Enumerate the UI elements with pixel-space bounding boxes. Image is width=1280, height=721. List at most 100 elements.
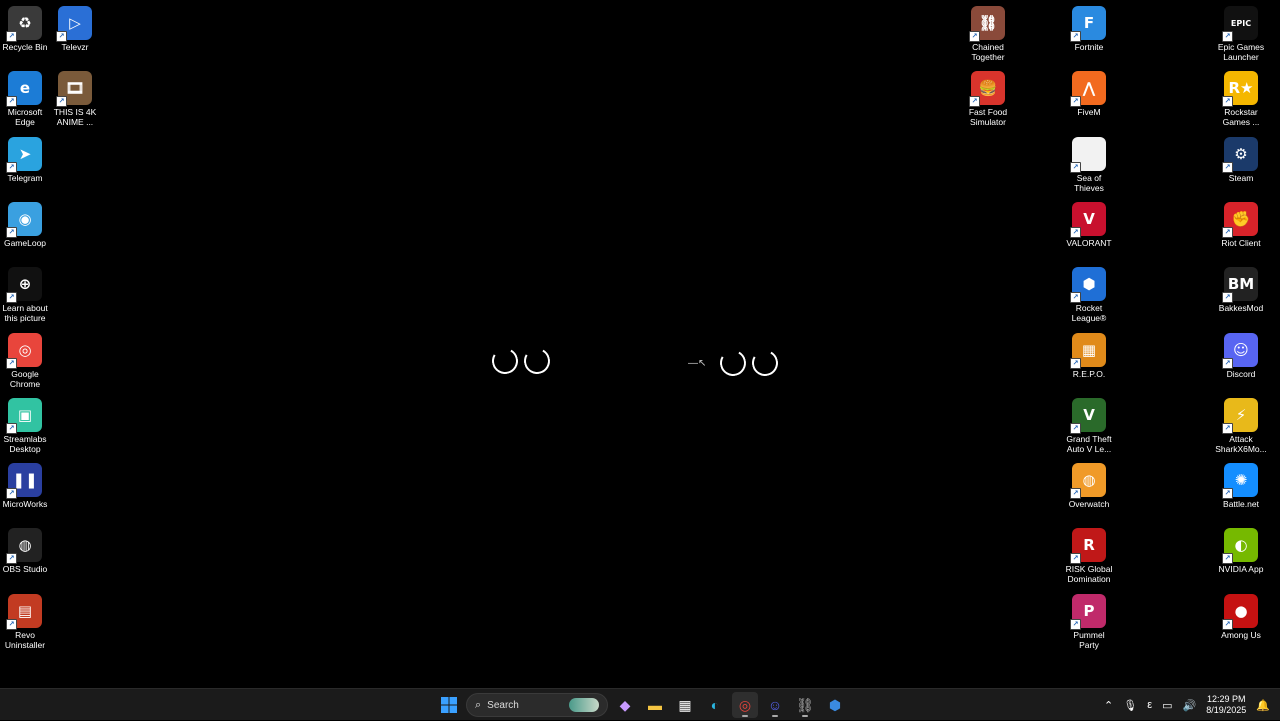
- shortcut-arrow-icon: ↗: [1222, 553, 1233, 565]
- televzr-icon: ▷ ↗: [56, 6, 92, 42]
- desktop-shortcut[interactable]: ▤ ↗ Revo Uninstaller: [0, 593, 59, 650]
- desktop-shortcut[interactable]: 🍔 ↗ Fast Food Simulator: [954, 71, 1022, 127]
- desktop-shortcut[interactable]: ◍ ↗ Overwatch: [1055, 463, 1123, 509]
- shortcut-arrow-icon: ↗: [1070, 357, 1081, 369]
- desktop-shortcut[interactable]: P ↗ Pummel Party: [1055, 593, 1123, 650]
- copilot-button[interactable]: ◆: [612, 692, 638, 718]
- desktop-shortcut-label: Streamlabs Desktop: [3, 433, 47, 454]
- fortnite-icon: F ↗: [1070, 6, 1106, 42]
- steam-icon: ⚙ ↗: [1222, 136, 1258, 173]
- desktop-shortcut[interactable]: ▣ ↗ Streamlabs Desktop: [0, 397, 59, 454]
- edge-taskbar-button[interactable]: ◐: [702, 692, 728, 718]
- streamlabs-icon: ▣ ↗: [6, 397, 42, 434]
- rocket-league-taskbar-button[interactable]: ⬢: [822, 692, 848, 718]
- ime-indicator[interactable]: ε: [1147, 699, 1152, 711]
- network-icon[interactable]: ▭: [1162, 699, 1172, 712]
- clock-time: 12:29 PM: [1207, 694, 1246, 704]
- desktop-shortcut[interactable]: V ↗ VALORANT: [1055, 201, 1123, 248]
- spinner-ring: [489, 345, 521, 377]
- desktop-shortcut[interactable]: ❚❚ ↗ MicroWorks: [0, 463, 59, 509]
- desktop-shortcut[interactable]: R★ ↗ Rockstar Games ...: [1207, 71, 1275, 127]
- telegram-icon: ➤ ↗: [6, 136, 42, 173]
- desktop-shortcut-label: Google Chrome: [9, 368, 41, 389]
- shortcut-arrow-icon: ↗: [6, 292, 17, 304]
- gta-v-icon: V ↗: [1070, 397, 1106, 434]
- desktop-shortcut-label: R.E.P.O.: [1072, 368, 1106, 379]
- repo-icon: ▦ ↗: [1070, 332, 1106, 369]
- desktop-shortcut-label: OBS Studio: [2, 564, 48, 575]
- fast-food-simulator-icon: 🍔 ↗: [969, 71, 1005, 108]
- volume-icon[interactable]: 🔊: [1183, 699, 1197, 712]
- chevron-up-icon[interactable]: ⌃: [1104, 699, 1113, 712]
- desktop-shortcut[interactable]: ▷ ↗ Televzr: [41, 6, 109, 52]
- microsoft-store-button[interactable]: ▦: [672, 692, 698, 718]
- desktop-shortcut[interactable]: ➤ ↗ Telegram: [0, 136, 59, 183]
- desktop-shortcut[interactable]: ↗ Sea of Thieves: [1055, 136, 1123, 193]
- shortcut-arrow-icon: ↗: [1070, 96, 1081, 108]
- desktop-shortcut[interactable]: ⚙ ↗ Steam: [1207, 136, 1275, 183]
- file-explorer-button[interactable]: ▬: [642, 692, 668, 718]
- shortcut-arrow-icon: ↗: [1070, 553, 1081, 565]
- microsoft-edge-icon: e ↗: [6, 71, 42, 108]
- edge-icon: ◐: [710, 697, 720, 713]
- desktop-shortcut[interactable]: ✊ ↗ Riot Client: [1207, 201, 1275, 248]
- search-highlight-icon: [569, 698, 599, 712]
- search-placeholder: Search: [487, 699, 519, 711]
- desktop-shortcut[interactable]: EPIC ↗ Epic Games Launcher: [1207, 6, 1275, 62]
- desktop-shortcut-label: Sea of Thieves: [1074, 172, 1104, 193]
- desktop-shortcut-label: Attack SharkX6Mo...: [1215, 433, 1267, 454]
- desktop-shortcut-label: Microsoft Edge: [7, 107, 43, 128]
- desktop-shortcut[interactable]: BM ↗ BakkesMod: [1207, 267, 1275, 313]
- notification-bell-icon[interactable]: 🔔: [1256, 699, 1270, 712]
- desktop-shortcut-label: Fortnite: [1074, 42, 1104, 52]
- nvidia-app-icon: ◐ ↗: [1222, 528, 1258, 565]
- desktop-shortcut-label: FiveM: [1077, 107, 1101, 118]
- desktop-shortcut[interactable]: ✺ ↗ Battle.net: [1207, 463, 1275, 509]
- microphone-icon[interactable]: 🎙: [1123, 699, 1137, 712]
- shortcut-arrow-icon: ↗: [969, 96, 980, 108]
- desktop-shortcut[interactable]: ⬢ ↗ Rocket League®: [1055, 267, 1123, 323]
- chrome-taskbar-button[interactable]: ◎: [732, 692, 758, 718]
- desktop-shortcut[interactable]: ◎ ↗ Google Chrome: [0, 332, 59, 389]
- shortcut-arrow-icon: ↗: [6, 31, 17, 42]
- desktop-shortcut-label: Riot Client: [1221, 237, 1261, 248]
- pummel-party-icon: P ↗: [1070, 593, 1106, 630]
- desktop-shortcut[interactable]: ⚡ ↗ Attack SharkX6Mo...: [1207, 397, 1275, 454]
- shortcut-arrow-icon: ↗: [1070, 226, 1081, 238]
- shortcut-arrow-icon: ↗: [1070, 292, 1081, 304]
- desktop-shortcut[interactable]: R ↗ RISK Global Domination: [1055, 528, 1123, 584]
- desktop-shortcut[interactable]: 🎞 ↗ THIS IS 4K ANIME ...: [41, 71, 109, 127]
- clock[interactable]: 12:29 PM 8/19/2025: [1206, 694, 1246, 716]
- desktop-shortcut[interactable]: ◍ ↗ OBS Studio: [0, 528, 59, 574]
- desktop-shortcut-label: Rockstar Games ...: [1222, 107, 1260, 128]
- rocket-league-icon: ⬢: [828, 696, 842, 713]
- desktop-shortcut-label: Telegram: [7, 172, 43, 183]
- shortcut-arrow-icon: ↗: [969, 31, 980, 42]
- discord-icon: ☺ ↗: [1222, 332, 1258, 369]
- revo-uninstaller-icon: ▤ ↗: [6, 593, 42, 630]
- discord-icon: ☺: [767, 697, 783, 713]
- shortcut-arrow-icon: ↗: [1070, 422, 1081, 434]
- desktop-shortcut[interactable]: V ↗ Grand Theft Auto V Le...: [1055, 397, 1123, 454]
- discord-taskbar-button[interactable]: ☺: [762, 692, 788, 718]
- desktop-shortcut[interactable]: ⊕ ↗ Learn about this picture: [0, 267, 59, 323]
- copilot-icon: ◆: [619, 696, 631, 713]
- mouse-cursor-icon: —↖: [688, 357, 707, 369]
- chained-together-taskbar-button[interactable]: ⛓: [792, 692, 818, 718]
- desktop-shortcut[interactable]: ● ↗ Among Us: [1207, 593, 1275, 640]
- desktop-shortcut[interactable]: ◐ ↗ NVIDIA App: [1207, 528, 1275, 574]
- among-us-icon: ● ↗: [1222, 593, 1258, 630]
- taskbar-search[interactable]: ⌕ Search: [466, 693, 608, 717]
- start-button[interactable]: [436, 692, 462, 718]
- desktop-shortcut[interactable]: ⛓ ↗ Chained Together: [954, 6, 1022, 62]
- desktop-shortcut[interactable]: ▦ ↗ R.E.P.O.: [1055, 332, 1123, 379]
- desktop-shortcut[interactable]: F ↗ Fortnite: [1055, 6, 1123, 52]
- desktop-shortcut[interactable]: ☺ ↗ Discord: [1207, 332, 1275, 379]
- running-indicator: [742, 715, 748, 717]
- desktop-shortcut-label: Pummel Party: [1073, 629, 1105, 650]
- chrome-icon: ◎: [738, 696, 752, 713]
- desktop-shortcut-label: Epic Games Launcher: [1217, 42, 1265, 62]
- desktop-shortcut[interactable]: ⋀ ↗ FiveM: [1055, 71, 1123, 117]
- desktop-shortcut[interactable]: ◉ ↗ GameLoop: [0, 201, 59, 248]
- fivem-icon: ⋀ ↗: [1070, 71, 1106, 108]
